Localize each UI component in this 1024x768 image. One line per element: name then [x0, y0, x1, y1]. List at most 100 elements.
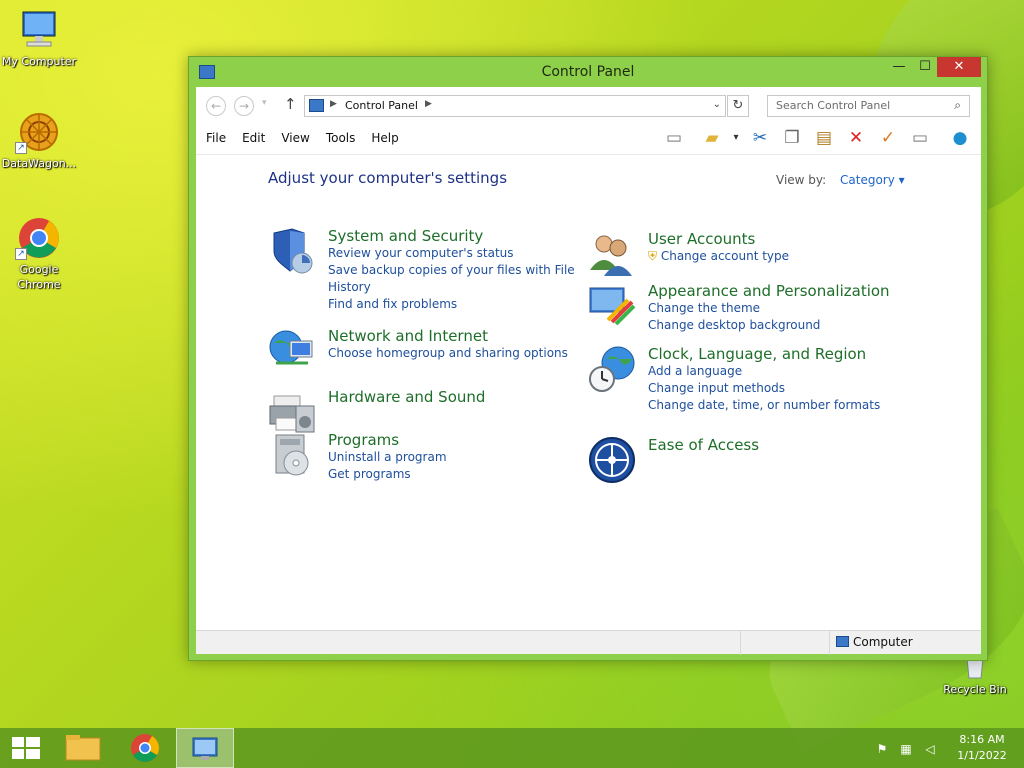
taskbar-file-explorer[interactable]	[54, 728, 112, 768]
window-title: Control Panel	[541, 64, 635, 80]
chrome-icon	[131, 734, 159, 762]
link-save-backup[interactable]: Save backup copies of your files with Fi…	[328, 262, 578, 279]
cut-icon[interactable]: ✂	[748, 127, 772, 151]
chrome-icon: ↗	[15, 216, 63, 260]
programs-icon	[268, 431, 316, 479]
check-icon[interactable]: ✓	[876, 127, 900, 151]
breadcrumb-separator-icon[interactable]: ▶	[425, 99, 432, 109]
link-change-date-time[interactable]: Change date, time, or number formats	[648, 397, 898, 414]
minimize-button[interactable]: —	[885, 57, 913, 77]
title-bar[interactable]: Control Panel — ☐ ✕	[189, 57, 987, 87]
search-input[interactable]: Search Control Panel ⌕	[767, 95, 970, 117]
desktop-icon-my-computer[interactable]: My Computer	[0, 8, 78, 69]
category-title[interactable]: Network and Internet	[328, 327, 578, 345]
folder-icon[interactable]: ▰	[700, 127, 724, 151]
category-title[interactable]: Ease of Access	[648, 436, 898, 454]
folder-options-chevron-icon[interactable]: ▾	[724, 127, 748, 151]
view-by: View by: Category ▾	[776, 173, 905, 187]
control-panel-icon	[192, 737, 218, 760]
copy-icon[interactable]: ❐	[780, 127, 804, 151]
properties-icon[interactable]: ▭	[908, 127, 932, 151]
datawagon-icon: ↗	[15, 110, 63, 154]
folder-icon	[65, 735, 101, 761]
menu-tools[interactable]: Tools	[326, 131, 356, 145]
status-divider	[829, 631, 830, 655]
appearance-icon	[588, 282, 636, 330]
desktop-icon-label: Recycle Bin	[943, 683, 1007, 696]
network-status-icon[interactable]: ▦	[899, 742, 913, 756]
link-add-language[interactable]: Add a language	[648, 363, 898, 380]
volume-muted-icon[interactable]: ◁	[923, 742, 937, 756]
category-title[interactable]: System and Security	[328, 227, 578, 245]
users-icon	[588, 230, 636, 278]
category-title[interactable]: Clock, Language, and Region	[648, 345, 898, 363]
shortcut-arrow-icon: ↗	[15, 142, 27, 154]
desktop-icon-google-chrome[interactable]: ↗ Google Chrome	[0, 216, 78, 292]
maximize-button[interactable]: ☐	[911, 57, 939, 77]
desktop-icon-label: My Computer	[1, 55, 77, 68]
forward-button[interactable]: →	[234, 96, 254, 116]
paste-icon[interactable]: ▤	[812, 127, 836, 151]
link-change-account-type[interactable]: ⛨ Change account type	[648, 248, 898, 265]
address-bar[interactable]: ▶ Control Panel ▶ ⌄	[304, 95, 726, 117]
globe-clock-icon	[588, 345, 636, 393]
taskbar-control-panel[interactable]	[176, 728, 234, 768]
clock-date: 1/1/2022	[957, 749, 1007, 762]
category-title[interactable]: Hardware and Sound	[328, 388, 578, 406]
link-review-status[interactable]: Review your computer's status	[328, 245, 578, 262]
clock[interactable]: 8:16 AM 1/1/2022	[952, 732, 1012, 764]
status-divider	[740, 631, 741, 655]
view-by-label: View by:	[776, 173, 827, 187]
action-center-flag-icon[interactable]: ⚑	[875, 742, 889, 756]
ease-of-access-icon	[588, 436, 636, 484]
breadcrumb-separator-icon[interactable]: ▶	[330, 99, 337, 109]
start-button[interactable]	[0, 728, 52, 768]
link-find-fix-problems[interactable]: Find and fix problems	[328, 296, 578, 313]
address-dropdown-icon[interactable]: ⌄	[713, 99, 721, 110]
menu-help[interactable]: Help	[371, 131, 398, 145]
category-title[interactable]: Programs	[328, 431, 578, 449]
shield-icon	[268, 227, 316, 275]
network-icon	[268, 327, 316, 375]
page-heading: Adjust your computer's settings	[268, 169, 508, 187]
link-change-background[interactable]: Change desktop background	[648, 317, 898, 334]
control-panel-window: Control Panel — ☐ ✕ ← → ▾ ↑ ▶ Control Pa…	[188, 56, 988, 661]
view-by-dropdown[interactable]: Category ▾	[840, 173, 905, 187]
close-button[interactable]: ✕	[937, 57, 981, 77]
refresh-button[interactable]: ↻	[727, 95, 749, 117]
menu-view[interactable]: View	[281, 131, 309, 145]
search-placeholder: Search Control Panel	[776, 99, 891, 112]
link-get-programs[interactable]: Get programs	[328, 466, 578, 483]
desktop-icon-label: DataWagon...	[1, 157, 77, 170]
breadcrumb-control-panel[interactable]: Control Panel	[345, 99, 418, 112]
printer-icon	[268, 388, 316, 436]
up-button[interactable]: ↑	[284, 95, 297, 113]
search-icon[interactable]: ⌕	[954, 98, 961, 113]
taskbar-chrome[interactable]	[116, 728, 174, 768]
web-icon[interactable]: ●	[948, 127, 972, 151]
layout-icon[interactable]: ▭	[662, 127, 686, 151]
recent-locations-chevron-icon[interactable]: ▾	[262, 98, 267, 108]
link-change-input-methods[interactable]: Change input methods	[648, 380, 898, 397]
back-button[interactable]: ←	[206, 96, 226, 116]
window-body: ← → ▾ ↑ ▶ Control Panel ▶ ⌄ ↻ Search Con…	[196, 87, 981, 655]
view-by-value[interactable]: Category	[840, 173, 895, 187]
link-uninstall-program[interactable]: Uninstall a program	[328, 449, 578, 466]
link-change-theme[interactable]: Change the theme	[648, 300, 898, 317]
address-row: ← → ▾ ↑ ▶ Control Panel ▶ ⌄ ↻ Search Con…	[196, 87, 981, 123]
menu-toolbar-row: File Edit View Tools Help ▭ ▰ ▾ ✂ ❐ ▤ ✕ …	[196, 123, 981, 155]
link-homegroup-sharing[interactable]: Choose homegroup and sharing options	[328, 345, 578, 362]
link-change-account-type-label[interactable]: Change account type	[661, 249, 789, 263]
menu-bar: File Edit View Tools Help	[206, 131, 415, 145]
link-save-backup-cont[interactable]: History	[328, 279, 578, 296]
category-title[interactable]: Appearance and Personalization	[648, 282, 898, 300]
desktop-icon-datawagon[interactable]: ↗ DataWagon...	[0, 110, 78, 171]
taskbar: ⚑ ▦ ◁ 8:16 AM 1/1/2022	[0, 728, 1024, 768]
menu-file[interactable]: File	[206, 131, 226, 145]
category-title[interactable]: User Accounts	[648, 230, 898, 248]
status-location-label: Computer	[853, 635, 913, 649]
desktop-icon-label: Google Chrome	[17, 263, 61, 291]
menu-edit[interactable]: Edit	[242, 131, 265, 145]
clock-time: 8:16 AM	[959, 733, 1005, 746]
delete-icon[interactable]: ✕	[844, 127, 868, 151]
